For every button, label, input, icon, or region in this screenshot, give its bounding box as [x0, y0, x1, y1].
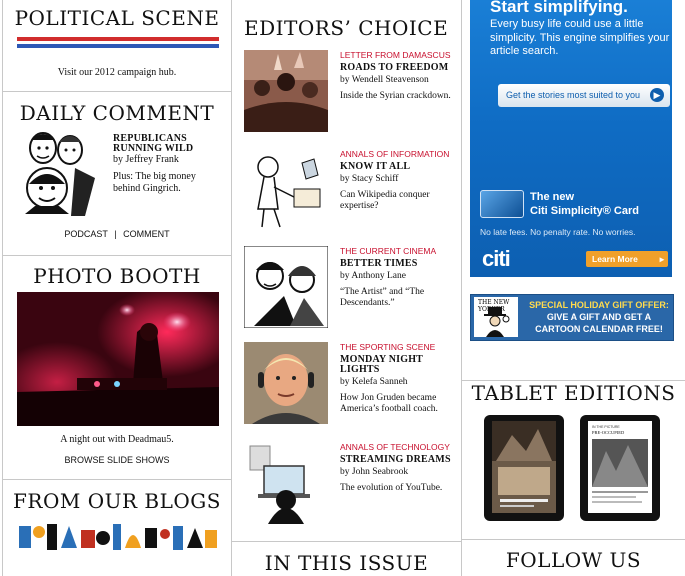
item-title[interactable]: Streaming Dreams [340, 455, 454, 465]
item-dek: Inside the Syrian crackdown. [340, 91, 451, 101]
flag-stripe-blue [17, 44, 219, 48]
holiday-line-2: GIVE A GIFT AND GET A [546, 312, 652, 322]
daily-comment-heading[interactable]: Daily Comment [3, 101, 231, 125]
campaign-hub-link[interactable]: Visit our 2012 campaign hub. [3, 67, 231, 78]
right-column: Start simplifying. Every busy life could… [462, 0, 685, 576]
coach-portrait-thumbnail[interactable] [244, 342, 328, 424]
ad-card-name: The new Citi Simplicity® Card [530, 190, 639, 218]
concert-photo[interactable] [17, 292, 219, 426]
editors-choice-text: The Sporting Scene Monday Night Lights b… [340, 342, 454, 415]
left-column: Political Scene Visit our 2012 campaign … [2, 0, 232, 576]
item-byline: by Wendell Steavenson [340, 75, 429, 85]
editors-choice-text: Annals of Technology Streaming Dreams by… [340, 442, 454, 494]
link-separator: | [114, 229, 117, 239]
caricature-illustration[interactable] [15, 128, 103, 218]
item-byline: by Kelefa Sanneh [340, 377, 408, 387]
learn-more-button[interactable]: Learn More ▸ [586, 251, 668, 267]
item-title[interactable]: Monday Night Lights [340, 355, 454, 375]
daily-comment-title[interactable]: Republicans Running Wild [113, 134, 225, 154]
ad-fine-print: No late fees. No penalty rate. No worrie… [480, 227, 636, 237]
tablet-editions-section: Tablet Editions IN THE PICTURE PRE-OCCUP… [462, 380, 685, 540]
editors-choice-text: Annals of Information Know It All by Sta… [340, 149, 454, 212]
ad-card-line2: Citi Simplicity® Card [530, 205, 639, 217]
political-scene-heading[interactable]: Political Scene [3, 6, 231, 30]
in-this-issue-heading[interactable]: In This Issue [232, 551, 461, 575]
item-title[interactable]: Better Times [340, 259, 454, 269]
item-dek: “The Artist” and “The Descendants.” [340, 287, 425, 308]
editors-choice-text: The Current Cinema Better Times by Antho… [340, 246, 454, 309]
editors-choice-item: Letter from Damascus Roads to Freedom by… [244, 50, 454, 140]
holiday-gift-banner[interactable]: THE NEW YORKER SPECIAL HOLIDAY GIFT OFFE… [470, 294, 674, 341]
holiday-line-1: SPECIAL HOLIDAY GIFT OFFER: [529, 300, 669, 310]
item-title[interactable]: Know It All [340, 162, 454, 172]
browse-slide-shows-link[interactable]: BROWSE SLIDE SHOWS [3, 455, 231, 465]
daily-comment-plus[interactable]: Plus: The big money behind Gingrich. [113, 171, 225, 195]
daily-comment-text: Republicans Running Wild by Jeffrey Fran… [113, 134, 225, 195]
item-kicker[interactable]: Annals of Technology [340, 442, 454, 452]
comment-link[interactable]: COMMENT [123, 229, 170, 239]
item-byline: by Anthony Lane [340, 271, 406, 281]
item-kicker[interactable]: The Sporting Scene [340, 342, 454, 352]
citi-logo: citi [482, 246, 511, 271]
follow-us-heading[interactable]: Follow Us [462, 548, 685, 572]
item-kicker[interactable]: Annals of Information [340, 149, 454, 159]
holiday-line-3: CARTOON CALENDAR FREE! [535, 324, 663, 334]
in-this-issue-section: In This Issue [232, 542, 461, 576]
ad-card-line1: The new [530, 191, 575, 203]
editors-choice-section: Editors’ Choice Letter from Damascus Roa… [232, 0, 461, 542]
eustace-tilley-icon [484, 307, 510, 337]
daily-comment-links: PODCAST | COMMENT [3, 229, 231, 239]
follow-us-section: Follow Us [462, 540, 685, 576]
item-dek: The evolution of YouTube. [340, 483, 443, 493]
blogs-illustration-strip[interactable] [17, 518, 219, 554]
blogs-heading[interactable]: From Our Blogs [3, 489, 231, 513]
ad-stories-button[interactable]: Get the stories most suited to you ▶ [498, 84, 670, 107]
middle-column: Editors’ Choice Letter from Damascus Roa… [232, 0, 462, 576]
silent-film-thumbnail[interactable] [244, 246, 328, 328]
know-it-all-sketch-thumbnail[interactable] [244, 149, 328, 231]
item-dek: Can Wikipedia conquer expertise? [340, 190, 430, 211]
photo-booth-section: Photo Booth A night out with Deadmau5. [3, 256, 231, 480]
editors-choice-heading[interactable]: Editors’ Choice [244, 16, 448, 40]
daily-comment-byline: by Jeffrey Frank [113, 154, 179, 165]
tablet-device-left[interactable] [484, 415, 564, 521]
tablet-screen-title: PRE-OCCUPIED [592, 430, 625, 435]
item-title[interactable]: Roads to Freedom [340, 63, 454, 73]
editors-choice-item: Annals of Technology Streaming Dreams by… [244, 442, 454, 532]
item-dek: How Jon Gruden became America’s football… [340, 393, 438, 414]
citi-advertisement[interactable]: Start simplifying. Every busy life could… [470, 0, 672, 277]
tablet-device-right[interactable]: IN THE PICTURE PRE-OCCUPIED [580, 415, 660, 521]
editors-choice-item: Annals of Information Know It All by Sta… [244, 149, 454, 239]
photo-caption: A night out with Deadmau5. [60, 434, 174, 445]
protest-crowd-thumbnail[interactable] [244, 50, 328, 132]
item-kicker[interactable]: Letter from Damascus [340, 50, 454, 60]
ad-body: Every busy life could use a little simpl… [490, 18, 670, 57]
blogs-section: From Our Blogs [3, 480, 231, 576]
editors-choice-item: The Current Cinema Better Times by Antho… [244, 246, 454, 332]
chevron-right-icon: ▶ [650, 88, 664, 102]
item-byline: by Stacy Schiff [340, 174, 399, 184]
political-scene-section: Political Scene Visit our 2012 campaign … [3, 0, 231, 92]
photo-booth-heading[interactable]: Photo Booth [3, 264, 231, 288]
editors-choice-item: The Sporting Scene Monday Night Lights b… [244, 342, 454, 434]
flag-stripe-red [17, 37, 219, 41]
ad-headline: Start simplifying. [490, 0, 628, 16]
tablet-editions-heading[interactable]: Tablet Editions [462, 381, 685, 405]
daily-comment-section: Daily Comment Republicans Running Wild b… [3, 92, 231, 256]
tablet-screen-left [492, 421, 556, 513]
item-byline: by John Seabrook [340, 467, 409, 477]
credit-card-image [480, 190, 524, 218]
item-kicker[interactable]: The Current Cinema [340, 246, 454, 256]
arrow-right-icon: ▸ [659, 254, 664, 264]
ad-stories-button-label: Get the stories most suited to you [506, 90, 641, 100]
tablet-screen-right: IN THE PICTURE PRE-OCCUPIED [588, 421, 652, 513]
learn-more-label: Learn More [592, 254, 638, 264]
editors-choice-text: Letter from Damascus Roads to Freedom by… [340, 50, 454, 102]
new-yorker-logo-box: THE NEW YORKER [474, 297, 518, 337]
tablet-screen-label: IN THE PICTURE [592, 425, 620, 429]
laptop-figure-thumbnail[interactable] [244, 442, 328, 524]
podcast-link[interactable]: PODCAST [64, 229, 107, 239]
